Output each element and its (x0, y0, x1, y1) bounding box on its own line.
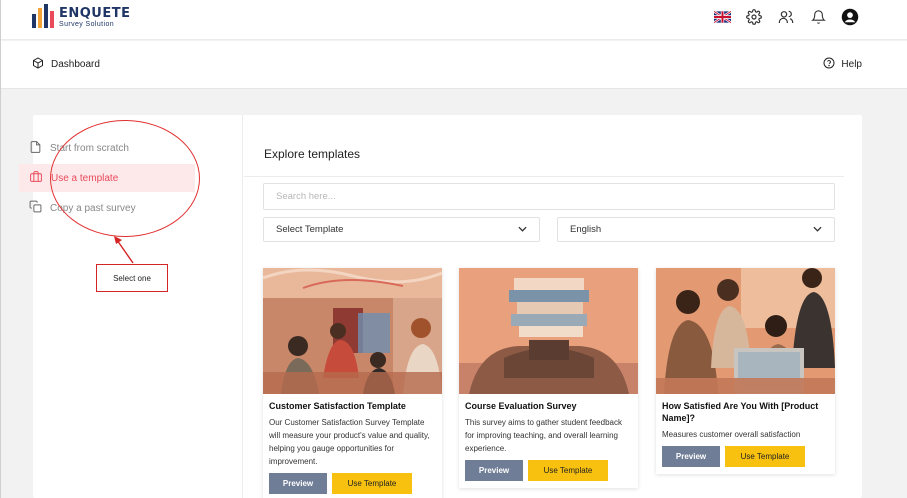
use-template-button[interactable]: Use Template (332, 473, 412, 494)
bell-icon[interactable] (809, 8, 827, 26)
chevron-down-icon (518, 224, 527, 235)
brand-title: ENQUETE (59, 6, 131, 21)
help-label: Help (841, 59, 862, 70)
preview-button[interactable]: Preview (465, 460, 523, 481)
annotation-arrow-icon (114, 236, 134, 264)
breadcrumb-dashboard[interactable]: Dashboard (51, 59, 100, 70)
chevron-down-icon (813, 224, 822, 235)
help-circle-icon (823, 57, 835, 72)
breadcrumb[interactable]: Dashboard (32, 57, 100, 72)
option-copy-a-past-survey[interactable]: Copy a past survey (19, 194, 195, 222)
help-link[interactable]: Help (823, 57, 862, 72)
select-value: Select Template (276, 224, 344, 235)
template-image-books (459, 268, 638, 394)
template-description: Measures customer overall satisfaction (662, 430, 801, 439)
use-template-button[interactable]: Use Template (725, 446, 805, 467)
template-card[interactable]: Course Evaluation Survey This survey aim… (459, 268, 638, 488)
select-value: English (570, 224, 602, 235)
briefcase-icon (29, 170, 43, 186)
logo-bars-icon (32, 4, 54, 28)
top-navigation-bar: ENQUETE Survey Solution (1, 0, 907, 40)
preview-button[interactable]: Preview (269, 473, 327, 494)
template-category-select[interactable]: Select Template (263, 217, 540, 242)
template-name: Course Evaluation Survey (465, 401, 577, 411)
uk-flag-icon[interactable] (713, 8, 731, 26)
option-label: Copy a past survey (50, 202, 136, 214)
explore-templates-title: Explore templates (264, 147, 361, 161)
template-card[interactable]: How Satisfied Are You With [Product Name… (656, 268, 835, 474)
language-select[interactable]: English (557, 217, 835, 242)
option-label: Use a template (51, 172, 119, 184)
template-search-input[interactable] (263, 183, 835, 210)
use-template-button[interactable]: Use Template (528, 460, 608, 481)
users-icon[interactable] (777, 8, 795, 26)
annotation-label: Select one (113, 273, 151, 283)
option-label: Start from scratch (50, 142, 129, 154)
template-image-team (656, 268, 835, 394)
account-icon[interactable] (841, 8, 859, 26)
option-use-a-template[interactable]: Use a template (19, 164, 195, 192)
brand-subtitle: Survey Solution (59, 21, 115, 28)
option-start-from-scratch[interactable]: Start from scratch (19, 134, 195, 162)
brand-logo[interactable]: ENQUETE Survey Solution (32, 4, 131, 28)
template-card[interactable]: Customer Satisfaction Template Our Custo… (263, 268, 442, 498)
gear-icon[interactable] (745, 8, 763, 26)
copy-icon (29, 200, 42, 216)
template-description: This survey aims to gather student feedb… (465, 418, 622, 453)
file-icon (29, 140, 42, 157)
preview-button[interactable]: Preview (662, 446, 720, 467)
breadcrumb-bar: Dashboard Help (1, 41, 907, 89)
section-divider (244, 176, 844, 177)
annotation-callout: Select one (96, 264, 168, 292)
template-image-meeting (263, 268, 442, 394)
template-description: Our Customer Satisfaction Survey Templat… (269, 418, 430, 466)
cube-icon (32, 57, 44, 72)
template-name: Customer Satisfaction Template (269, 401, 406, 411)
template-name: How Satisfied Are You With [Product Name… (662, 401, 819, 423)
